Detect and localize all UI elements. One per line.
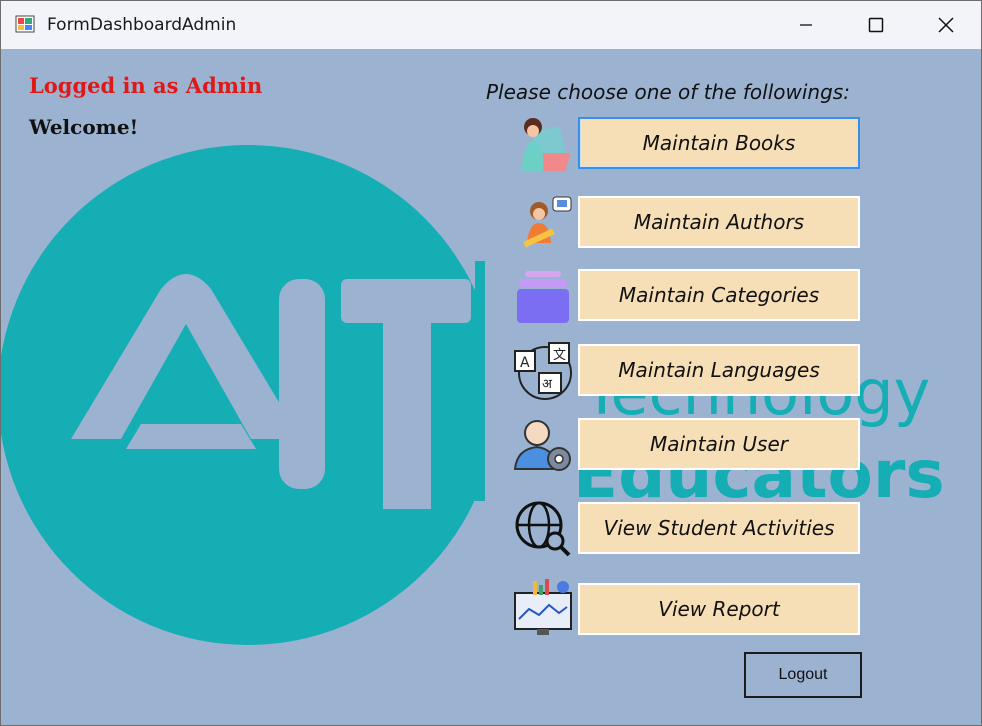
logged-in-label: Logged in as Admin [29,73,263,98]
view-report-button[interactable]: View Report [578,583,860,635]
svg-text:अ: अ [542,377,553,392]
language-translate-icon: A 文 अ [514,342,572,400]
choose-prompt: Please choose one of the followings: [486,80,850,104]
maintain-user-button[interactable]: Maintain User [578,418,860,470]
minimize-icon [800,24,812,26]
logout-button[interactable]: Logout [744,652,862,698]
svg-text:文: 文 [553,348,566,363]
view-student-activities-button[interactable]: View Student Activities [578,502,860,554]
maintain-categories-button[interactable]: Maintain Categories [578,269,860,321]
maximize-icon [868,17,884,33]
welcome-label: Welcome! [29,115,139,139]
maintain-authors-button[interactable]: Maintain Authors [578,196,860,248]
globe-search-icon [515,501,571,557]
app-window: FormDashboardAdmin Creative Technology E… [0,0,982,726]
user-settings-icon [513,420,571,471]
maximize-button[interactable] [841,1,911,49]
window-title: FormDashboardAdmin [47,15,237,35]
svg-text:A: A [520,355,530,371]
reading-woman-icon [522,118,571,171]
app-form-icon [15,15,35,33]
maintain-languages-button[interactable]: Maintain Languages [578,344,860,396]
stacked-layers-icon [517,271,569,323]
title-bar: FormDashboardAdmin [1,1,981,49]
close-icon [938,17,954,33]
report-dashboard-icon [514,579,572,635]
close-button[interactable] [911,1,981,49]
client-area: Creative Technology Educators Logged in … [1,49,981,725]
minimize-button[interactable] [771,1,841,49]
maintain-books-button[interactable]: Maintain Books [578,117,860,169]
author-writing-icon [523,196,572,248]
